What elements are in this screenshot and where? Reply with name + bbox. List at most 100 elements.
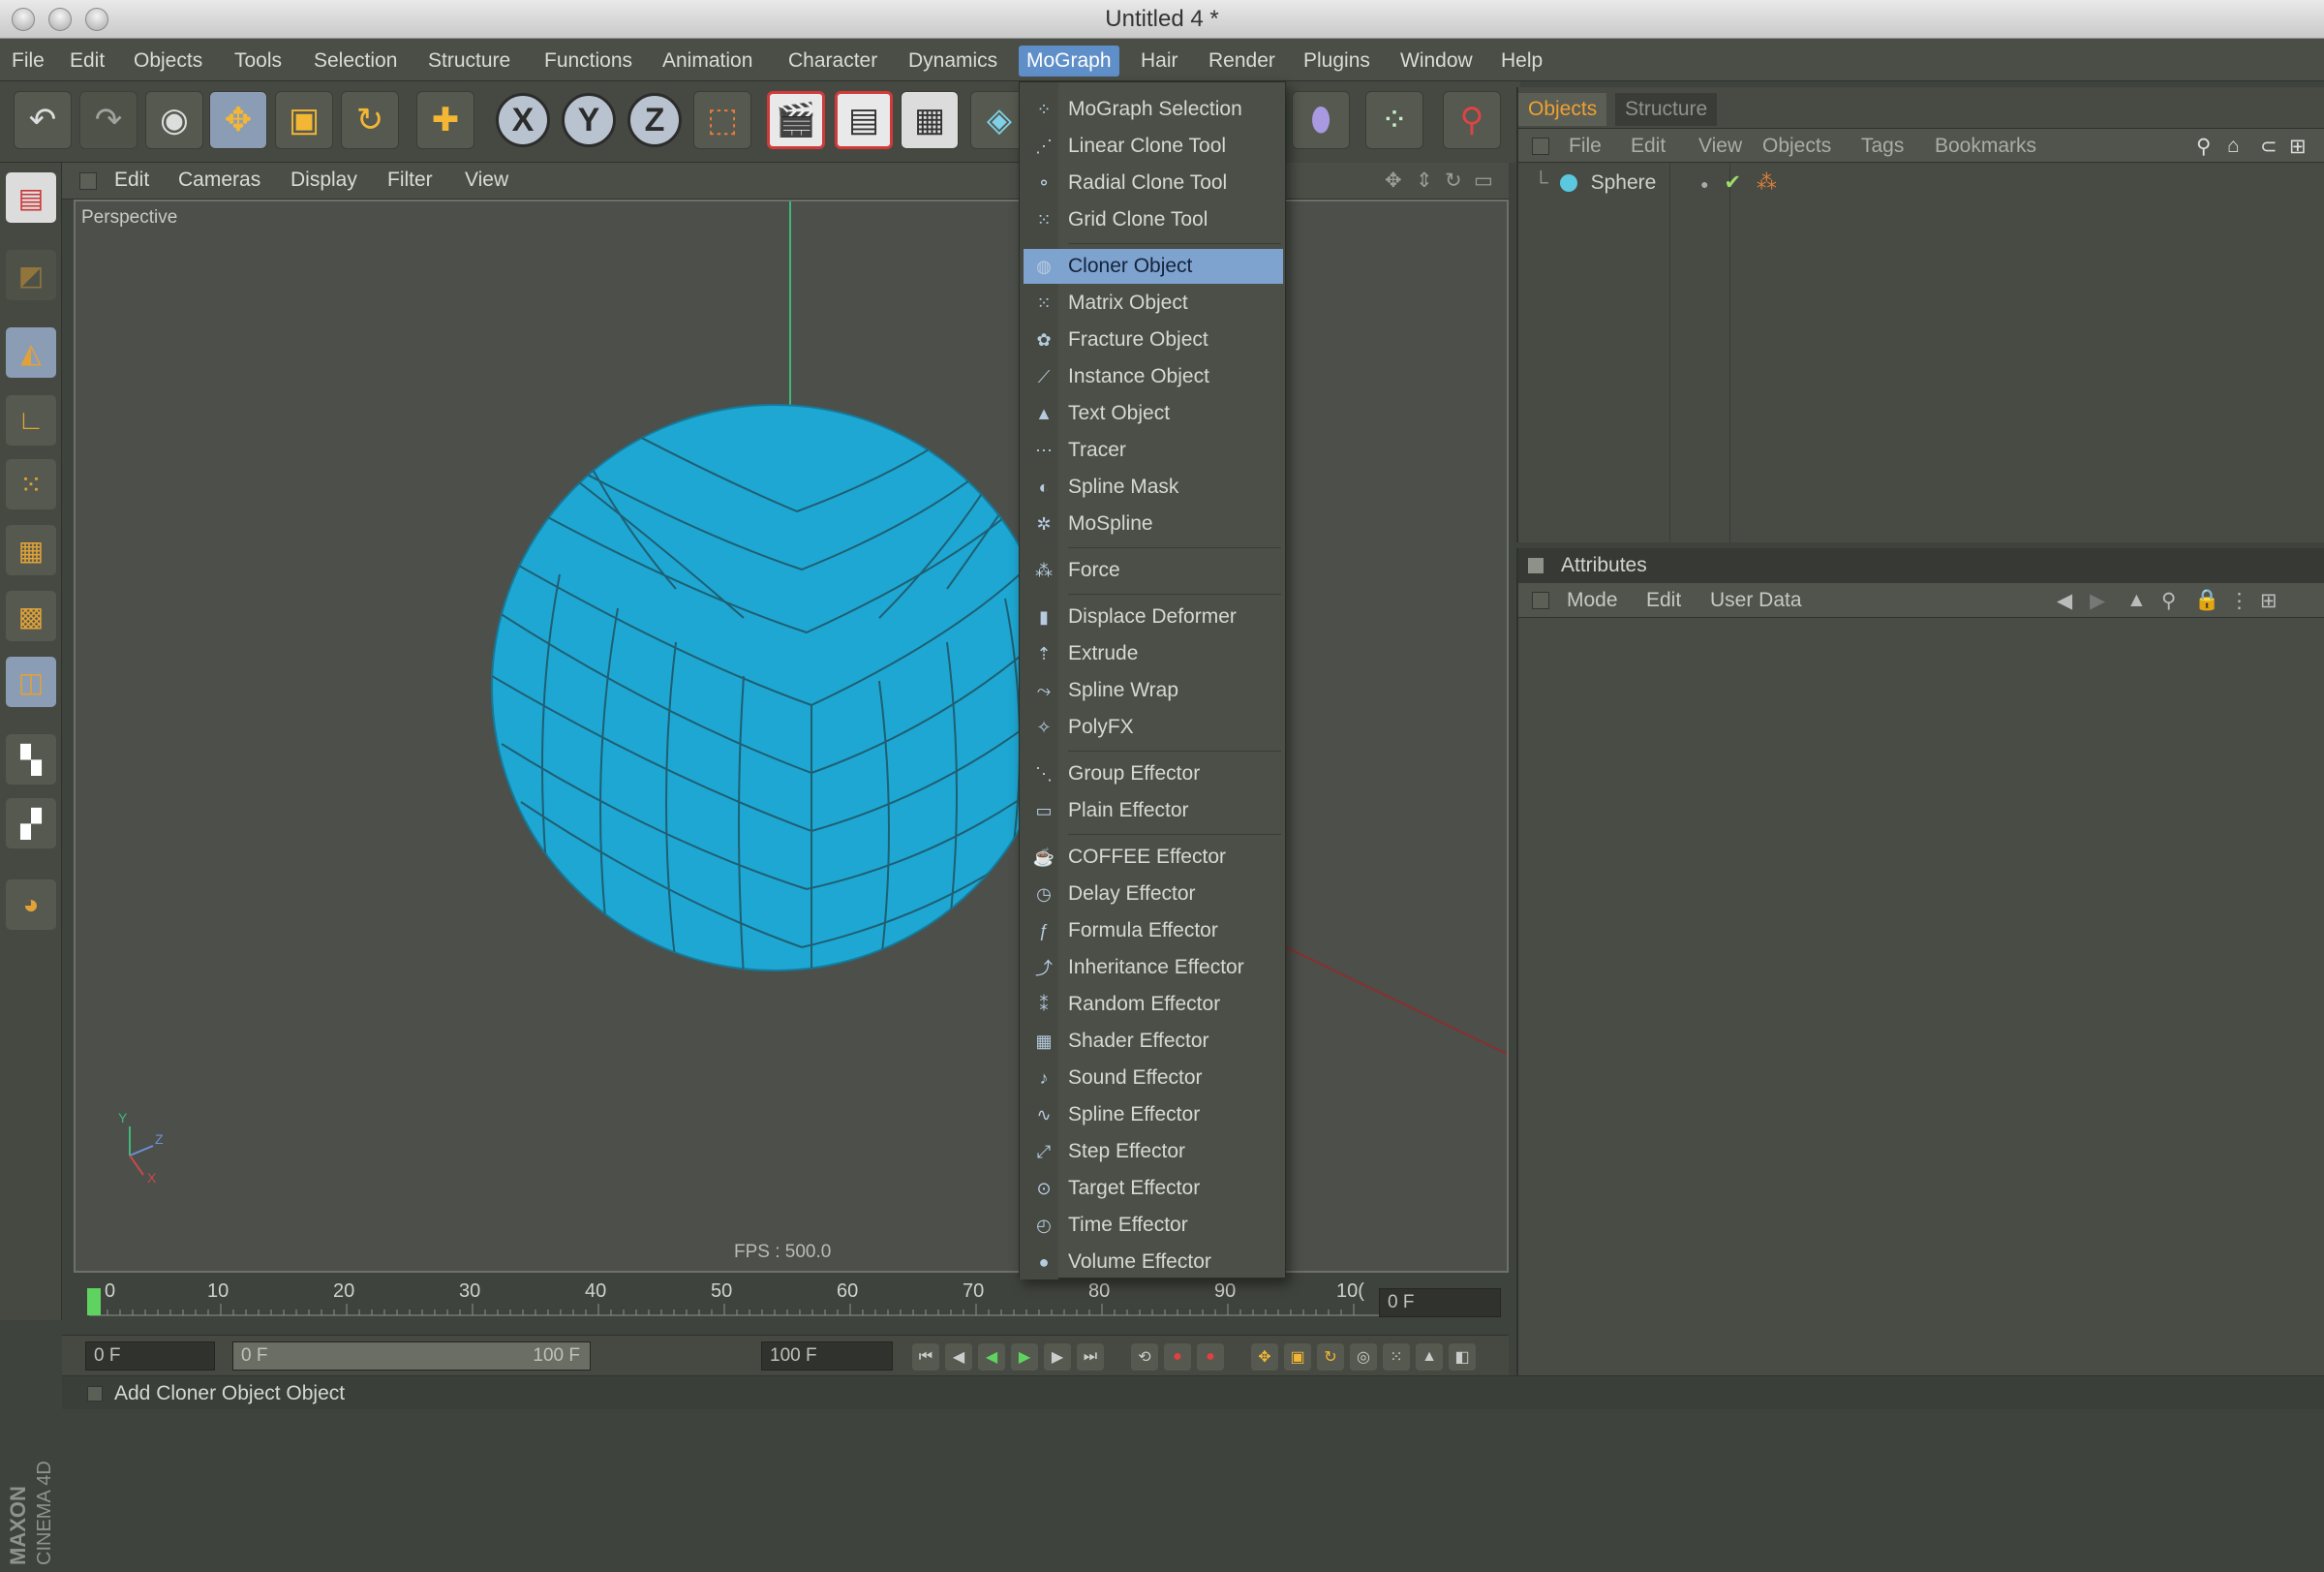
mograph-menu-item-matrix-object[interactable]: ⁙ Matrix Object [1024,286,1283,321]
menu-help[interactable]: Help [1493,46,1550,77]
soft-selection-icon[interactable]: ◕ [6,879,56,930]
polygons-mode-icon[interactable]: ▩ [6,591,56,641]
attr-scroll-icon[interactable]: ⋮ [2229,589,2249,613]
attr-toggle-icon[interactable] [1532,592,1549,609]
light-icon[interactable]: ⚲ [1443,91,1501,149]
attr-lock-icon[interactable]: 🔒 [2194,589,2219,612]
menu-character[interactable]: Character [780,46,885,77]
om-menu-tags[interactable]: Tags [1861,135,1904,158]
mograph-menu-item-radial-clone-tool[interactable]: ⚬ Radial Clone Tool [1024,166,1283,200]
mograph-menu-item-delay-effector[interactable]: ◷ Delay Effector [1024,877,1283,911]
goto-start-icon[interactable]: ⏮ [912,1343,939,1371]
key-param-icon[interactable]: ◎ [1350,1343,1377,1371]
next-key-icon[interactable]: ▶ [1044,1343,1071,1371]
mograph-menu-item-instance-object[interactable]: ⟋ Instance Object [1024,359,1283,394]
attr-menu-user-data[interactable]: User Data [1710,589,1802,612]
texture-mode-icon[interactable]: ◩ [6,250,56,300]
mograph-menu-item-mospline[interactable]: ✲ MoSpline [1024,507,1283,541]
viewport-rotate-icon[interactable]: ↻ [1445,169,1462,193]
menu-animation[interactable]: Animation [655,46,760,77]
key-scale-icon[interactable]: ▣ [1284,1343,1311,1371]
om-menu-file[interactable]: File [1569,135,1602,158]
tab-structure[interactable]: Structure [1615,93,1718,126]
particle-emitter-icon[interactable]: ⁘ [1365,91,1423,149]
viewport-maximize-icon[interactable]: ▭ [1474,169,1493,193]
undo-icon[interactable]: ↶ [14,91,72,149]
mograph-menu-item-volume-effector[interactable]: ● Volume Effector [1024,1245,1283,1279]
render-picture-viewer-icon[interactable]: ▤ [835,91,893,149]
om-menu-view[interactable]: View [1698,135,1742,158]
mograph-menu-item-target-effector[interactable]: ⊙ Target Effector [1024,1171,1283,1206]
move-tool-icon[interactable]: ✥ [209,91,267,149]
redo-icon[interactable]: ↷ [79,91,138,149]
mograph-menu-item-shader-effector[interactable]: ▦ Shader Effector [1024,1024,1283,1059]
mograph-menu-item-polyfx[interactable]: ✧ PolyFX [1024,710,1283,745]
attr-search-icon[interactable]: ⚲ [2161,589,2176,613]
om-search-icon[interactable]: ⚲ [2196,135,2211,159]
mograph-menu-item-plain-effector[interactable]: ▭ Plain Effector [1024,793,1283,828]
end-frame-field[interactable]: 100 F [761,1341,893,1371]
points-mode-icon[interactable]: ⁙ [6,459,56,509]
recent-tool-icon[interactable]: ✚ [416,91,474,149]
deformer-icon[interactable]: ⬮ [1292,91,1350,149]
mograph-menu-item-spline-wrap[interactable]: ⤳ Spline Wrap [1024,673,1283,708]
play-backward-icon[interactable]: ◀ [978,1343,1005,1371]
menu-render[interactable]: Render [1201,46,1283,77]
om-new-panel-icon[interactable]: ⊞ [2289,135,2307,159]
start-frame-field[interactable]: 0 F [85,1341,215,1371]
object-row-sphere[interactable]: └ Sphere ● ✔ ⁂ [1534,170,1777,201]
use-model-mode-icon[interactable]: ▤ [6,172,56,223]
z-axis-lock-icon[interactable]: Z [627,93,682,147]
x-axis-lock-icon[interactable]: X [496,93,550,147]
om-menu-objects[interactable]: Objects [1762,135,1831,158]
render-settings-icon[interactable]: ▦ [901,91,959,149]
y-axis-lock-icon[interactable]: Y [562,93,616,147]
menu-mograph[interactable]: MoGraph [1019,46,1119,77]
om-menu-edit[interactable]: Edit [1631,135,1666,158]
viewport-move-icon[interactable]: ✥ [1385,169,1402,193]
render-view-icon[interactable]: 🎬 [767,91,825,149]
mograph-menu-item-displace-deformer[interactable]: ▮ Displace Deformer [1024,600,1283,634]
phong-tag-icon[interactable]: ⁂ [1757,171,1777,194]
viewport-menu-filter[interactable]: Filter [387,169,433,192]
attr-menu-edit[interactable]: Edit [1646,589,1681,612]
mograph-menu-item-formula-effector[interactable]: ƒ Formula Effector [1024,913,1283,948]
menu-tools[interactable]: Tools [227,46,290,77]
rotate-tool-icon[interactable]: ↻ [341,91,399,149]
viewport-menu-view[interactable]: View [465,169,508,192]
current-frame-field[interactable]: 0 F [1379,1288,1501,1317]
menu-file[interactable]: File [4,46,52,77]
mograph-menu-item-coffee-effector[interactable]: ☕ COFFEE Effector [1024,840,1283,875]
mograph-menu-item-inheritance-effector[interactable]: ⤴ Inheritance Effector [1024,950,1283,985]
mograph-menu-item-linear-clone-tool[interactable]: ⋰ Linear Clone Tool [1024,129,1283,164]
mograph-menu-item-cloner-object[interactable]: ◍ Cloner Object [1024,249,1283,284]
tab-objects[interactable]: Objects [1518,93,1607,126]
menu-dynamics[interactable]: Dynamics [901,46,1005,77]
mograph-menu-item-group-effector[interactable]: ⋱ Group Effector [1024,756,1283,791]
object-manager-toggle-icon[interactable] [1532,138,1549,155]
timeline-ruler[interactable]: 0 10 20 30 40 50 60 70 80 90 10( 0 F [62,1277,1509,1335]
menu-objects[interactable]: Objects [126,46,210,77]
menu-hair[interactable]: Hair [1133,46,1186,77]
viewport-menu-cameras[interactable]: Cameras [178,169,260,192]
visibility-check-icon[interactable]: ✔ [1724,171,1741,194]
motion-path-icon[interactable]: ⟲ [1131,1343,1158,1371]
om-menu-bookmarks[interactable]: Bookmarks [1935,135,2036,158]
mograph-menu-item-fracture-object[interactable]: ✿ Fracture Object [1024,323,1283,357]
workplane-icon[interactable]: ▞ [6,798,56,848]
om-link-icon[interactable]: ⊂ [2260,135,2278,159]
viewport-menu-edit[interactable]: Edit [114,169,149,192]
prev-key-icon[interactable]: ◀ [945,1343,972,1371]
key-rotation-icon[interactable]: ↻ [1317,1343,1344,1371]
perspective-viewport[interactable]: Perspective Y Z X FPS: 500.0 [74,200,1509,1273]
key-scheme-icon[interactable]: ◧ [1449,1343,1476,1371]
axis-mode-icon[interactable]: ∟ [6,395,56,446]
mograph-menu-item-spline-mask[interactable]: ◐ Spline Mask [1024,470,1283,505]
mograph-menu-item-grid-clone-tool[interactable]: ⁙ Grid Clone Tool [1024,202,1283,237]
key-position-icon[interactable]: ✥ [1251,1343,1278,1371]
uv-mode-icon[interactable]: ◫ [6,657,56,707]
attr-menu-mode[interactable]: Mode [1567,589,1618,612]
autokey-icon[interactable]: ● [1197,1343,1224,1371]
layer-dot-icon[interactable]: ● [1700,176,1708,192]
mograph-menu-item-text-object[interactable]: ▲ Text Object [1024,396,1283,431]
